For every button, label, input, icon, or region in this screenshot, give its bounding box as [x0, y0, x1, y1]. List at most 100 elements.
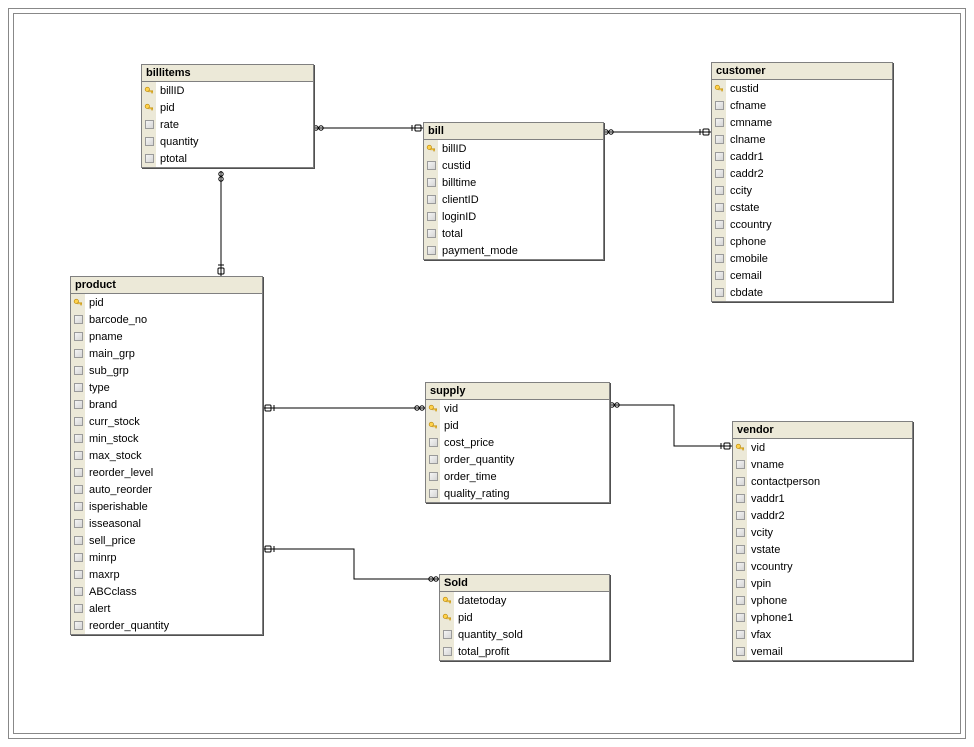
column-row[interactable]: vid	[733, 439, 912, 456]
column-row[interactable]: reorder_level	[71, 464, 262, 481]
column-row[interactable]: cstate	[712, 199, 892, 216]
column-row[interactable]: sub_grp	[71, 362, 262, 379]
column-row[interactable]: billID	[424, 140, 603, 157]
column-icon	[715, 169, 724, 178]
column-row[interactable]: vstate	[733, 541, 912, 558]
column-row[interactable]: pid	[440, 609, 609, 626]
column-row[interactable]: pname	[71, 328, 262, 345]
column-row[interactable]: ptotal	[142, 150, 313, 167]
column-row[interactable]: vname	[733, 456, 912, 473]
column-row[interactable]: contactperson	[733, 473, 912, 490]
column-row[interactable]: vpin	[733, 575, 912, 592]
column-icon	[74, 502, 83, 511]
column-row[interactable]: clientID	[424, 191, 603, 208]
table-header[interactable]: bill	[424, 123, 603, 140]
table-header[interactable]: Sold	[440, 575, 609, 592]
column-row[interactable]: vphone1	[733, 609, 912, 626]
column-row[interactable]: vid	[426, 400, 609, 417]
column-row[interactable]: vfax	[733, 626, 912, 643]
column-row[interactable]: ABCclass	[71, 583, 262, 600]
column-row[interactable]: max_stock	[71, 447, 262, 464]
column-row[interactable]: quality_rating	[426, 485, 609, 502]
column-icon-cell	[733, 575, 747, 592]
column-icon	[74, 519, 83, 528]
column-row[interactable]: isseasonal	[71, 515, 262, 532]
column-row[interactable]: loginID	[424, 208, 603, 225]
column-row[interactable]: datetoday	[440, 592, 609, 609]
column-row[interactable]: auto_reorder	[71, 481, 262, 498]
column-icon	[145, 137, 154, 146]
column-row[interactable]: cmname	[712, 114, 892, 131]
column-row[interactable]: caddr2	[712, 165, 892, 182]
column-row[interactable]: isperishable	[71, 498, 262, 515]
column-row[interactable]: ccity	[712, 182, 892, 199]
column-row[interactable]: sell_price	[71, 532, 262, 549]
column-row[interactable]: order_quantity	[426, 451, 609, 468]
column-name: total_profit	[454, 646, 609, 658]
column-row[interactable]: minrp	[71, 549, 262, 566]
column-row[interactable]: caddr1	[712, 148, 892, 165]
table-header[interactable]: vendor	[733, 422, 912, 439]
column-row[interactable]: brand	[71, 396, 262, 413]
column-row[interactable]: total_profit	[440, 643, 609, 660]
column-row[interactable]: order_time	[426, 468, 609, 485]
column-icon-cell	[424, 191, 438, 208]
column-row[interactable]: barcode_no	[71, 311, 262, 328]
table-customer[interactable]: customer custidcfnamecmnameclnamecaddr1c…	[711, 62, 893, 302]
column-icon	[427, 229, 436, 238]
column-row[interactable]: vphone	[733, 592, 912, 609]
column-icon	[74, 451, 83, 460]
table-sold[interactable]: Sold datetodaypidquantity_sold total_prof…	[439, 574, 610, 661]
column-row[interactable]: reorder_quantity	[71, 617, 262, 634]
column-row[interactable]: pid	[71, 294, 262, 311]
table-billitems[interactable]: billitems billIDpidratequantityptotal	[141, 64, 314, 168]
table-bill[interactable]: bill billIDcustidbilltimeclientIDloginID…	[423, 122, 604, 260]
table-header[interactable]: supply	[426, 383, 609, 400]
column-row[interactable]: rate	[142, 116, 313, 133]
column-row[interactable]: main_grp	[71, 345, 262, 362]
column-row[interactable]: cbdate	[712, 284, 892, 301]
column-row[interactable]: vaddr1	[733, 490, 912, 507]
column-row[interactable]: type	[71, 379, 262, 396]
column-row[interactable]: quantity_sold	[440, 626, 609, 643]
column-row[interactable]: vaddr2	[733, 507, 912, 524]
column-icon-cell	[71, 583, 85, 600]
column-row[interactable]: vemail	[733, 643, 912, 660]
column-row[interactable]: min_stock	[71, 430, 262, 447]
column-row[interactable]: pid	[142, 99, 313, 116]
column-row[interactable]: custid	[424, 157, 603, 174]
column-icon-cell	[712, 97, 726, 114]
column-row[interactable]: alert	[71, 600, 262, 617]
column-row[interactable]: payment_mode	[424, 242, 603, 259]
table-product[interactable]: product pidbarcode_nopnamemain_grpsub_gr…	[70, 276, 263, 635]
column-row[interactable]: cphone	[712, 233, 892, 250]
column-row[interactable]: maxrp	[71, 566, 262, 583]
table-header[interactable]: product	[71, 277, 262, 294]
column-icon	[736, 528, 745, 537]
column-row[interactable]: clname	[712, 131, 892, 148]
column-row[interactable]: quantity	[142, 133, 313, 150]
column-row[interactable]: vcountry	[733, 558, 912, 575]
primary-key-icon-cell	[426, 417, 440, 434]
column-name: max_stock	[85, 450, 262, 462]
column-icon	[715, 271, 724, 280]
column-icon	[715, 203, 724, 212]
column-row[interactable]: vcity	[733, 524, 912, 541]
column-row[interactable]: custid	[712, 80, 892, 97]
column-row[interactable]: cemail	[712, 267, 892, 284]
table-supply[interactable]: supply vidpidcost_priceorder_quantityord…	[425, 382, 610, 503]
column-row[interactable]: curr_stock	[71, 413, 262, 430]
column-row[interactable]: cfname	[712, 97, 892, 114]
column-icon-cell	[712, 148, 726, 165]
table-header[interactable]: customer	[712, 63, 892, 80]
column-row[interactable]: billtime	[424, 174, 603, 191]
column-row[interactable]: pid	[426, 417, 609, 434]
column-row[interactable]: cmobile	[712, 250, 892, 267]
column-row[interactable]: cost_price	[426, 434, 609, 451]
table-header[interactable]: billitems	[142, 65, 313, 82]
table-vendor[interactable]: vendor vidvnamecontactpersonvaddr1vaddr2…	[732, 421, 913, 661]
column-row[interactable]: total	[424, 225, 603, 242]
column-row[interactable]: billID	[142, 82, 313, 99]
column-row[interactable]: ccountry	[712, 216, 892, 233]
primary-key-icon	[735, 443, 745, 453]
